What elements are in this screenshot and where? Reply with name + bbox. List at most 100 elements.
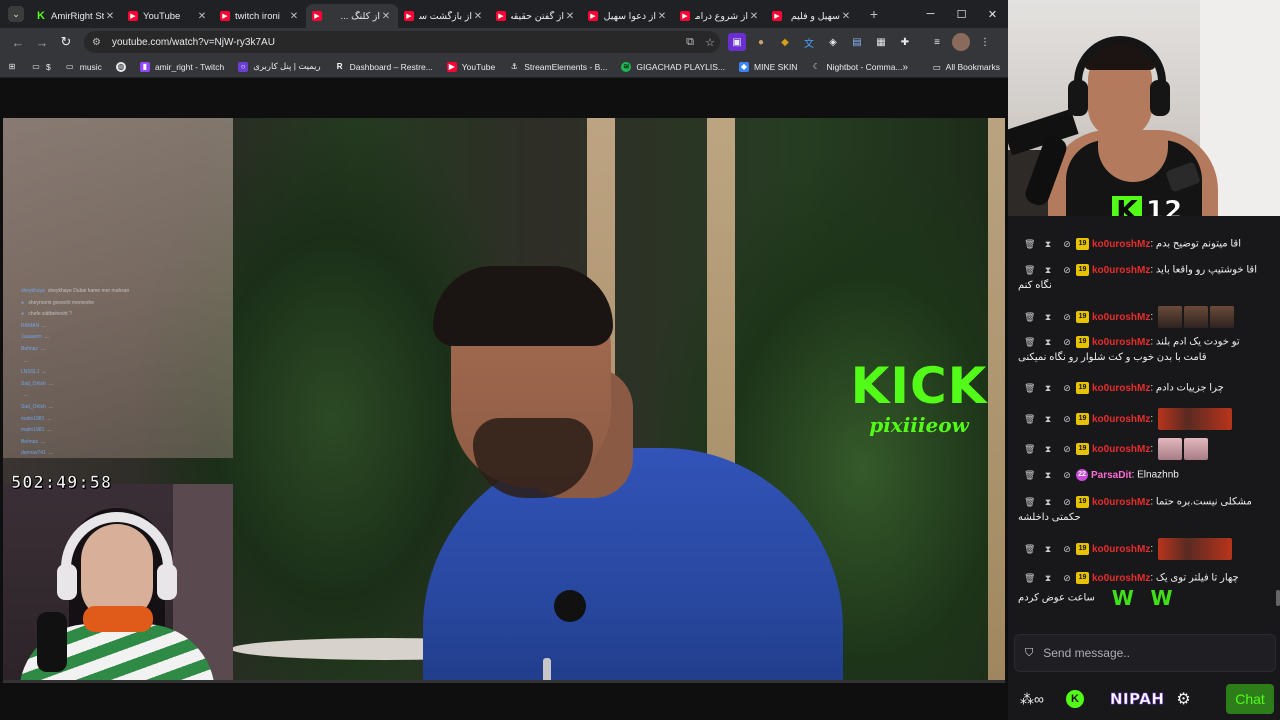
timeout-icon[interactable]: ⧗ <box>1043 414 1053 425</box>
emote-picker-icon[interactable]: ⁂∞ <box>1020 691 1044 708</box>
back-icon[interactable]: ← <box>6 30 30 54</box>
ban-icon[interactable]: ⊘ <box>1062 544 1072 555</box>
video-progress-bar[interactable] <box>3 680 1005 683</box>
ban-icon[interactable]: ⊘ <box>1062 312 1072 323</box>
close-icon[interactable]: ✕ <box>196 11 208 22</box>
send-chat-button[interactable]: Chat <box>1226 684 1274 714</box>
chat-username[interactable]: ko0uroshMz <box>1092 383 1150 394</box>
delete-icon[interactable]: 🗑 <box>1024 239 1035 250</box>
timeout-icon[interactable]: ⧗ <box>1043 497 1053 508</box>
close-icon[interactable]: ✕ <box>564 11 576 22</box>
window-extension-icon[interactable]: ▤ <box>848 33 866 51</box>
delete-icon[interactable]: 🗑 <box>1024 383 1035 394</box>
chat-username[interactable]: ko0uroshMz <box>1092 312 1150 323</box>
cookie-extension-icon[interactable]: ● <box>752 33 770 51</box>
chat-username[interactable]: ko0uroshMz <box>1092 544 1150 555</box>
chat-username[interactable]: ko0uroshMz <box>1092 337 1150 348</box>
delete-icon[interactable]: 🗑 <box>1024 414 1035 425</box>
bookmarks-overflow-icon[interactable]: » <box>902 56 908 78</box>
bookmark-globe[interactable]: ◍ <box>109 56 133 78</box>
ban-icon[interactable]: ⊘ <box>1062 497 1072 508</box>
apps-grid-icon[interactable]: ⊞ <box>0 56 24 78</box>
ban-icon[interactable]: ⊘ <box>1062 444 1072 455</box>
bookmark-restream[interactable]: R Dashboard – Restre... <box>328 56 440 78</box>
tab-twitch-ironi[interactable]: ▶ twitch ironi ✕ <box>214 4 306 28</box>
bookmark-remit[interactable]: ○ ریمیت | پنل کاربری <box>231 56 327 78</box>
tab-video-7[interactable]: ▶ از شروع دراما ✕ <box>674 4 766 28</box>
bookmark-folder-music[interactable]: ▭ music <box>58 56 109 78</box>
timeout-icon[interactable]: ⧗ <box>1043 265 1053 276</box>
delete-icon[interactable]: 🗑 <box>1024 470 1035 481</box>
all-bookmarks-button[interactable]: ▭ All Bookmarks <box>933 56 1000 78</box>
close-icon[interactable]: ✕ <box>288 11 300 22</box>
close-icon[interactable]: ✕ <box>104 11 116 22</box>
chat-username[interactable]: ko0uroshMz <box>1092 444 1150 455</box>
ban-icon[interactable]: ⊘ <box>1062 265 1072 276</box>
delete-icon[interactable]: 🗑 <box>1024 265 1035 276</box>
video-player[interactable]: KICK pixiiieow sheykhaye sheykhaye Dubai … <box>3 118 1005 680</box>
menu-kebab-icon[interactable]: ⋮ <box>976 33 994 51</box>
ban-icon[interactable]: ⊘ <box>1062 239 1072 250</box>
url-text[interactable]: youtube.com/watch?v=NjW-ry3k7AU <box>112 37 680 48</box>
tab-video-6[interactable]: ▶ از دعوا سهیل ✕ <box>582 4 674 28</box>
close-icon[interactable]: ✕ <box>472 11 484 22</box>
chat-username[interactable]: ko0uroshMz <box>1092 239 1150 250</box>
forward-icon[interactable]: → <box>30 30 54 54</box>
ban-icon[interactable]: ⊘ <box>1062 414 1072 425</box>
new-tab-button[interactable]: + <box>864 6 884 22</box>
chat-username[interactable]: ParsaDit <box>1091 470 1132 481</box>
bookmark-nightbot[interactable]: ☾ Nightbot - Comma... <box>804 56 909 78</box>
close-icon[interactable]: ✕ <box>380 11 392 22</box>
chat-username[interactable]: ko0uroshMz <box>1092 497 1150 508</box>
bookmark-star-icon[interactable]: ☆ <box>700 36 720 49</box>
tab-amirright[interactable]: K AmirRight St ✕ <box>30 4 122 28</box>
ban-icon[interactable]: ⊘ <box>1062 383 1072 394</box>
diamond-extension-icon[interactable]: ◈ <box>824 33 842 51</box>
close-icon[interactable]: ✕ <box>748 11 760 22</box>
bookmark-twitch[interactable]: ▮ amir_right - Twitch <box>133 56 231 78</box>
address-bar[interactable]: ⚙ youtube.com/watch?v=NjW-ry3k7AU ⧉ ☆ <box>84 31 720 53</box>
tab-video-8[interactable]: ▶ سهیل و فلیم ✕ <box>766 4 858 28</box>
bookmark-youtube[interactable]: ▶ YouTube <box>440 56 502 78</box>
bookmark-streamelements[interactable]: ⚓ StreamElements - B... <box>502 56 614 78</box>
media-controls-icon[interactable]: ≡ <box>928 33 946 51</box>
translate-extension-icon[interactable]: 文 <box>800 33 818 51</box>
profile-avatar[interactable] <box>952 33 970 51</box>
tab-video-5[interactable]: ▶ از گفتن حقیقت ✕ <box>490 4 582 28</box>
bookmark-mineskin[interactable]: ◆ MINE SKIN <box>732 56 804 78</box>
chat-message-input[interactable]: ⛉ Send message.. <box>1014 634 1276 672</box>
reload-icon[interactable]: ↻ <box>54 30 78 54</box>
ban-icon[interactable]: ⊘ <box>1062 470 1072 481</box>
maximize-icon[interactable]: ☐ <box>946 0 977 28</box>
ban-icon[interactable]: ⊘ <box>1062 337 1072 348</box>
tab-youtube[interactable]: ▶ YouTube ✕ <box>122 4 214 28</box>
chat-username[interactable]: ko0uroshMz <box>1092 573 1150 584</box>
delete-icon[interactable]: 🗑 <box>1024 444 1035 455</box>
ban-icon[interactable]: ⊘ <box>1062 573 1072 584</box>
delete-icon[interactable]: 🗑 <box>1024 337 1035 348</box>
timeout-icon[interactable]: ⧗ <box>1043 312 1053 323</box>
bookmark-folder-dollar[interactable]: ▭ $ <box>24 56 58 78</box>
timeout-icon[interactable]: ⧗ <box>1043 544 1053 555</box>
timeout-icon[interactable]: ⧗ <box>1043 239 1053 250</box>
install-app-icon[interactable]: ⧉ <box>680 36 700 49</box>
chat-username[interactable]: ko0uroshMz <box>1092 265 1150 276</box>
badge-extension-icon[interactable]: ◆ <box>776 33 794 51</box>
timeout-icon[interactable]: ⧗ <box>1043 470 1053 481</box>
tab-active-video[interactable]: ▶ از کلنگ ... ✕ <box>306 4 398 28</box>
delete-icon[interactable]: 🗑 <box>1024 573 1035 584</box>
close-window-icon[interactable]: ✕ <box>977 0 1008 28</box>
extensions-puzzle-icon[interactable]: ✚ <box>896 33 914 51</box>
kick-icon[interactable]: K <box>1065 690 1084 708</box>
bookmark-gigachad[interactable]: ≋ GIGACHAD PLAYLIS... <box>614 56 732 78</box>
minimize-icon[interactable]: ─ <box>915 0 946 28</box>
timeout-icon[interactable]: ⧗ <box>1043 444 1053 455</box>
tab-search-button[interactable]: ⌄ <box>8 6 24 22</box>
site-info-icon[interactable]: ⚙ <box>92 37 104 48</box>
timeout-icon[interactable]: ⧗ <box>1043 337 1053 348</box>
close-icon[interactable]: ✕ <box>656 11 668 22</box>
close-icon[interactable]: ✕ <box>840 11 852 22</box>
tab-video-4[interactable]: ▶ از بازگشت سا ✕ <box>398 4 490 28</box>
twitch-extension-icon[interactable]: ▣ <box>728 33 746 51</box>
delete-icon[interactable]: 🗑 <box>1024 544 1035 555</box>
